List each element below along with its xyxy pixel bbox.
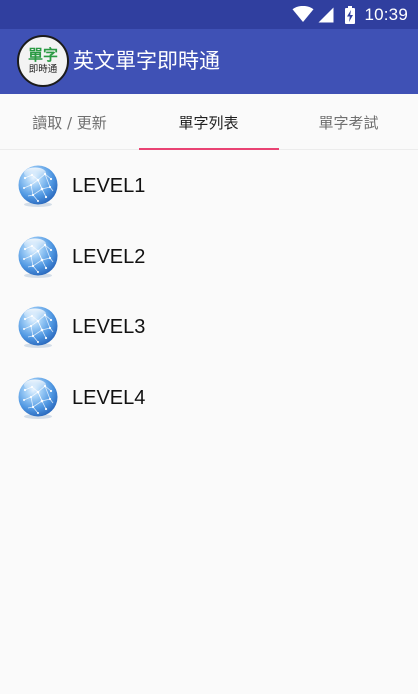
list-item-level3[interactable]: LEVEL3 [0, 292, 418, 363]
app-title: 英文單字即時通 [73, 49, 220, 73]
tab-word-list-label: 單字列表 [178, 113, 239, 132]
globe-icon [16, 164, 60, 208]
app-logo: 單字 即時通 [17, 35, 69, 87]
tab-word-list[interactable]: 單字列表 [139, 94, 278, 150]
tab-word-quiz[interactable]: 單字考試 [279, 94, 418, 150]
tab-read-update[interactable]: 讀取 / 更新 [0, 94, 139, 150]
list-item-level1[interactable]: LEVEL1 [0, 151, 418, 222]
signal-icon [318, 7, 334, 23]
level-label: LEVEL2 [72, 245, 146, 268]
app-bar: 單字 即時通 英文單字即時通 [0, 29, 418, 94]
list-item-level4[interactable]: LEVEL4 [0, 363, 418, 434]
tab-bar: 讀取 / 更新 單字列表 單字考試 [0, 94, 418, 150]
status-bar: 10:39 [0, 0, 418, 29]
level-label: LEVEL3 [72, 316, 146, 338]
tab-read-update-label: 讀取 / 更新 [32, 113, 107, 132]
level-label: LEVEL4 [72, 386, 146, 409]
tab-indicator [139, 148, 279, 150]
tab-word-quiz-label: 單字考試 [318, 113, 379, 132]
app-logo-top-text: 單字 [27, 45, 58, 64]
level-list: LEVEL1 LEVEL2 LEVEL3 LEVEL4 [0, 151, 418, 433]
status-time: 10:39 [364, 4, 408, 24]
globe-icon [16, 235, 60, 279]
globe-icon [16, 376, 60, 420]
status-icons: 10:39 [292, 0, 408, 29]
battery-charging-icon [345, 5, 356, 24]
app-logo-bottom-text: 即時通 [28, 63, 58, 75]
level-label: LEVEL1 [72, 175, 146, 197]
wifi-icon [292, 6, 314, 23]
list-item-level2[interactable]: LEVEL2 [0, 222, 418, 293]
globe-icon [16, 305, 60, 349]
